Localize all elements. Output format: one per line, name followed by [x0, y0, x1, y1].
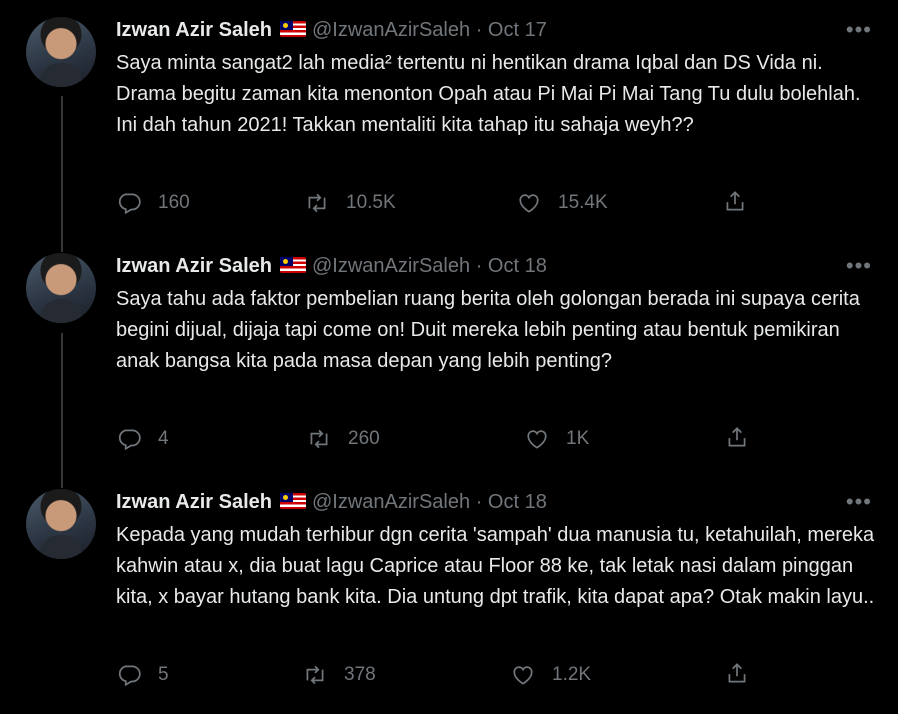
- retweet-button[interactable]: 10.5K: [304, 188, 396, 218]
- author-handle[interactable]: @IzwanAzirSaleh: [312, 19, 470, 41]
- retweet-icon: [308, 193, 326, 213]
- reply-icon: [118, 665, 141, 687]
- avatar[interactable]: [26, 17, 96, 87]
- tweet-actions: 160 10.5K 15.4K: [116, 188, 766, 218]
- share-icon: [726, 191, 744, 211]
- share-button[interactable]: [722, 188, 748, 220]
- retweet-button[interactable]: 378: [302, 660, 376, 690]
- heart-icon: [527, 430, 547, 449]
- reply-icon: [118, 429, 141, 451]
- separator-dot: ·: [475, 255, 483, 277]
- tweet-actions: 5 378 1.2K: [116, 660, 766, 690]
- separator-dot: ·: [475, 491, 483, 513]
- reply-count: 5: [158, 664, 169, 685]
- like-button[interactable]: 1K: [524, 424, 589, 454]
- share-icon: [728, 427, 746, 447]
- share-button[interactable]: [724, 660, 750, 692]
- separator-dot: ·: [475, 19, 483, 41]
- reply-button[interactable]: 160: [116, 188, 190, 218]
- retweet-count: 378: [344, 664, 376, 685]
- reply-button[interactable]: 5: [116, 660, 169, 690]
- tweet-text: Kepada yang mudah terhibur dgn cerita 's…: [116, 524, 880, 608]
- reply-button[interactable]: 4: [116, 424, 169, 454]
- tweet-header: Izwan Azir Saleh @IzwanAzirSaleh · Oct 18: [116, 489, 547, 515]
- retweet-count: 10.5K: [346, 192, 396, 213]
- share-button[interactable]: [724, 424, 750, 456]
- more-icon[interactable]: •••: [846, 17, 872, 43]
- retweet-button[interactable]: 260: [306, 424, 380, 454]
- avatar[interactable]: [26, 489, 96, 559]
- tweet-header: Izwan Azir Saleh @IzwanAzirSaleh · Oct 18: [116, 253, 547, 279]
- like-count: 1K: [566, 428, 590, 449]
- retweet-icon: [310, 429, 328, 449]
- author-handle[interactable]: @IzwanAzirSaleh: [312, 255, 470, 277]
- tweet-header: Izwan Azir Saleh @IzwanAzirSaleh · Oct 17: [116, 17, 547, 43]
- more-icon[interactable]: •••: [846, 253, 872, 279]
- tweet-text: Saya tahu ada faktor pembelian ruang ber…: [116, 288, 866, 372]
- heart-icon: [513, 666, 533, 685]
- malaysia-flag-icon: [279, 493, 306, 509]
- reply-count: 4: [158, 428, 169, 449]
- author-handle[interactable]: @IzwanAzirSaleh: [312, 491, 470, 513]
- reply-icon: [118, 193, 141, 215]
- tweet-date[interactable]: Oct 18: [488, 491, 547, 513]
- malaysia-flag-icon: [279, 21, 306, 37]
- like-button[interactable]: 1.2K: [510, 660, 591, 690]
- tweet-actions: 4 260 1K: [116, 424, 766, 454]
- author-name[interactable]: Izwan Azir Saleh: [116, 19, 272, 41]
- share-icon: [728, 663, 746, 683]
- author-name[interactable]: Izwan Azir Saleh: [116, 255, 272, 277]
- tweet-date[interactable]: Oct 18: [488, 255, 547, 277]
- retweet-icon: [306, 665, 324, 685]
- tweet-date[interactable]: Oct 17: [488, 19, 547, 41]
- like-count: 15.4K: [558, 192, 608, 213]
- retweet-count: 260: [348, 428, 380, 449]
- more-icon[interactable]: •••: [846, 489, 872, 515]
- heart-icon: [519, 194, 539, 213]
- like-count: 1.2K: [552, 664, 592, 685]
- avatar[interactable]: [26, 253, 96, 323]
- tweet[interactable]: Izwan Azir Saleh @IzwanAzirSaleh · Oct 18…: [0, 472, 898, 714]
- tweet[interactable]: Izwan Azir Saleh @IzwanAzirSaleh · Oct 17…: [0, 0, 898, 236]
- tweet-text: Saya minta sangat2 lah media² tertentu n…: [116, 52, 867, 136]
- like-button[interactable]: 15.4K: [516, 188, 608, 218]
- author-name[interactable]: Izwan Azir Saleh: [116, 491, 272, 513]
- tweet[interactable]: Izwan Azir Saleh @IzwanAzirSaleh · Oct 18…: [0, 236, 898, 472]
- malaysia-flag-icon: [279, 257, 306, 273]
- reply-count: 160: [158, 192, 190, 213]
